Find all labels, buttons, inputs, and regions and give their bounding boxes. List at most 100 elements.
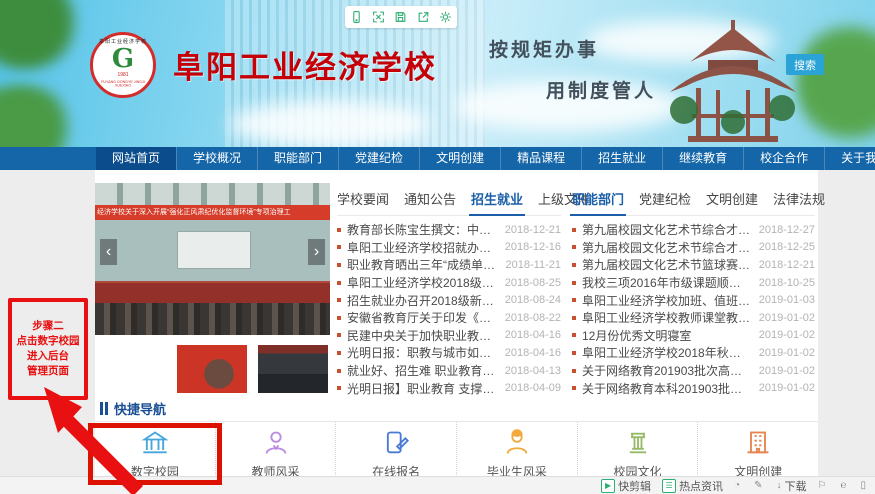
news-tab[interactable]: 职能部门 [572,189,624,208]
bullet-icon [337,316,341,320]
news-item[interactable]: 阜阳工业经济学校教师课堂教学行为规范 2019-01-02 [572,309,815,327]
news-item-title: 教育部长陈宝生撰文：中国教育，波澜壮... [347,221,497,238]
bullet-icon [572,333,576,337]
browser-toolbar-item[interactable]: ↓ 下载 [777,478,807,494]
news-item-title: 阜阳工业经济学校2018年秋季学期校内资... [582,344,751,361]
news-item[interactable]: 阜阳工业经济学校招就办全体党员到刘邓... 2018-12-16 [337,239,561,257]
news-tab[interactable]: 法律法规 [773,189,825,208]
carousel-photo-table [95,281,330,305]
news-item[interactable]: 第九届校园文化艺术节综合才艺比赛初赛 2018-12-25 [572,239,815,257]
nav-item[interactable]: 关于我们 [824,147,875,170]
nav-item[interactable]: 文明创建 [419,147,500,170]
settings-icon[interactable] [439,10,452,24]
search-button[interactable]: 搜索 [786,54,824,75]
news-tab[interactable]: 通知公告 [404,189,456,208]
carousel-thumbnail-speaker[interactable] [177,345,247,393]
news-item[interactable]: 安徽省教育厅关于印发《严禁中职招生纪... 2018-08-22 [337,309,561,327]
foliage-decoration [0,0,85,70]
news-item-date: 2018-04-09 [505,382,561,394]
bullet-icon [572,316,576,320]
header-banner: 阜阳工业经济学校 G 1981 FUYANG GONGYE JINGJI XUE… [0,0,875,147]
news-item[interactable]: 关于网络教育201903批次高起专毕业报告... 2019-01-02 [572,362,815,380]
news-item[interactable]: 光明日报】职业教育 支撑城市良性生长 2018-04-09 [337,379,561,397]
browser-toolbar-item[interactable]: ⚐ [818,480,830,492]
news-tab[interactable]: 党建纪检 [639,189,691,208]
bullet-icon [337,281,341,285]
fullscreen-icon[interactable] [372,10,385,24]
news-item[interactable]: 关于网络教育本科201903批次毕业论文写... 2019-01-02 [572,379,815,397]
news-item[interactable]: 职业教育晒出三年“成绩单” 每年七成新... 2018-11-21 [337,256,561,274]
browser-toolbar-item[interactable]: ▶ 快剪辑 [601,478,651,494]
logo-year: 1981 [93,73,153,78]
foliage-decoration [795,15,875,147]
news-item-title: 招生就业办召开2018级新生开学前工作布... [347,292,497,309]
carousel-prev-button[interactable]: ‹ [100,239,117,265]
nav-item[interactable]: 党建纪检 [338,147,419,170]
nav-item[interactable]: 职能部门 [257,147,338,170]
bullet-icon [337,245,341,249]
carousel-next-button[interactable]: › [308,239,325,265]
news-item-date: 2019-01-03 [759,294,815,306]
news-item[interactable]: 阜阳工业经济学校加班、值班管理办法 2019-01-03 [572,291,815,309]
cloud-decoration [230,100,430,147]
nav-item[interactable]: 继续教育 [662,147,743,170]
news-item-title: 安徽省教育厅关于印发《严禁中职招生纪... [347,309,497,326]
browser-toolbar-item[interactable]: ▯ [860,480,869,492]
carousel-photo [95,183,330,205]
carousel-thumbnail-audience[interactable] [258,345,328,393]
news-item-title: 阜阳工业经济学校招就办全体党员到刘邓... [347,239,497,256]
news-item-title: 阜阳工业经济学校加班、值班管理办法 [582,292,751,309]
news-item-date: 2019-01-02 [759,347,815,359]
news-item[interactable]: 招生就业办召开2018级新生开学前工作布... 2018-08-24 [337,291,561,309]
news-tab[interactable]: 招生就业 [471,189,523,208]
news-item-title: 第九届校园文化艺术节综合才艺比赛初赛 [582,239,751,256]
news-item[interactable]: 光明日报：职教与城市如何融合发展 2018-04-16 [337,344,561,362]
news-tab[interactable]: 学校要闻 [337,189,389,208]
news-item[interactable]: 阜阳工业经济学校2018级新生报到场面火... 2018-08-25 [337,274,561,292]
page-utility-toolbar [345,6,457,28]
logo-letter: G [93,46,153,72]
browser-toolbar-item[interactable]: ☰ 热点资讯 [662,478,723,494]
save-icon[interactable] [394,10,407,24]
news-item[interactable]: 第九届校园文化艺术节篮球赛决赛 2018-12-21 [572,256,815,274]
main-navbar: 网站首页学校概况职能部门党建纪检文明创建精品课程招生就业继续教育校企合作关于我们 [0,147,875,170]
news-item[interactable]: 就业好、招生难 职业教育到底“差”在... 2018-04-13 [337,362,561,380]
news-item[interactable]: 我校三项2016年市级课题顺利结题 2018-10-25 [572,274,815,292]
news-item[interactable]: 教育部长陈宝生撰文：中国教育，波澜壮... 2018-12-21 [337,221,561,239]
news-item[interactable]: 12月份优秀文明寝室 2019-01-02 [572,327,815,345]
news-column-left: 学校要闻通知公告招生就业上级文件 教育部长陈宝生撰文：中国教育，波澜壮... 2… [337,189,561,397]
news-item-title: 民建中央关于加快职业教育转型 提高城... [347,327,497,344]
nav-item[interactable]: 网站首页 [96,147,176,170]
news-item-title: 我校三项2016年市级课题顺利结题 [582,274,751,291]
news-item-date: 2018-08-25 [505,277,561,289]
news-item-date: 2018-12-27 [759,224,815,236]
bullet-icon [572,245,576,249]
bullet-icon [337,351,341,355]
bullet-icon [337,369,341,373]
nav-item[interactable]: 精品课程 [500,147,581,170]
news-item-date: 2018-08-24 [505,294,561,306]
nav-item[interactable]: 校企合作 [743,147,824,170]
browser-toolbar-item[interactable]: ✎ [754,480,765,492]
news-item-date: 2018-12-21 [759,259,815,271]
news-item[interactable]: 民建中央关于加快职业教育转型 提高城... 2018-04-16 [337,327,561,345]
toolbar-glyph-icon: ℮ [840,480,846,492]
bullet-icon [337,228,341,232]
browser-toolbar-item[interactable]: ◔ [734,480,743,492]
news-tab[interactable]: 文明创建 [706,189,758,208]
news-item[interactable]: 第九届校园文化艺术节综合才艺比赛决赛 2018-12-27 [572,221,815,239]
teacher-icon [261,429,291,457]
news-item-date: 2019-01-02 [759,329,815,341]
toolbar-glyph-icon: ⚐ [818,480,827,492]
page: 阜阳工业经济学校 G 1981 FUYANG GONGYE JINGJI XUE… [0,0,875,494]
share-icon[interactable] [417,10,430,24]
browser-toolbar-item[interactable]: ℮ [840,480,849,492]
nav-item[interactable]: 招生就业 [581,147,662,170]
news-item-title: 就业好、招生难 职业教育到底“差”在... [347,362,497,379]
bullet-icon [337,298,341,302]
news-item[interactable]: 阜阳工业经济学校2018年秋季学期校内资... 2019-01-02 [572,344,815,362]
mobile-icon[interactable] [350,10,363,24]
bullet-icon [572,281,576,285]
school-name: 阜阳工业经济学校 [173,42,473,87]
nav-item[interactable]: 学校概况 [176,147,257,170]
